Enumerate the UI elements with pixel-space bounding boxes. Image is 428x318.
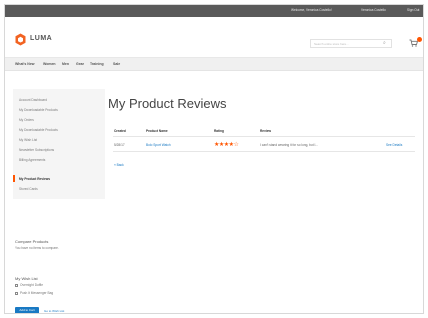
sidebar-item-newsletter[interactable]: Newsletter Subscriptions	[19, 148, 54, 152]
compare-empty-text: You have no items to compare.	[15, 246, 59, 250]
account-sidebar: Account Dashboard My Downloadable Produc…	[13, 89, 105, 199]
nav-item-training[interactable]: Training	[90, 62, 104, 66]
sidebar-item-dashboard[interactable]: Account Dashboard	[19, 98, 47, 102]
welcome-text: Welcome, Veronica Costello!	[291, 8, 332, 12]
see-details-link[interactable]: See Details	[386, 143, 402, 147]
compare-title: Compare Products	[15, 239, 49, 244]
table-row-divider	[113, 151, 415, 152]
nav-item-women[interactable]: Women	[43, 62, 56, 66]
sidebar-item-orders[interactable]: My Wish List	[19, 138, 37, 142]
wishlist-item[interactable]: Overnight Duffle	[15, 283, 43, 287]
column-header-product-name: Product Name	[146, 129, 168, 133]
nav-item-men[interactable]: Men	[62, 62, 69, 66]
wishlist-checkbox[interactable]	[15, 283, 18, 287]
search-input[interactable]: Search entire store here...	[310, 39, 392, 48]
column-header-rating: Rating	[214, 129, 224, 133]
table-header-divider	[113, 136, 415, 137]
sidebar-item-product-reviews[interactable]: My Product Reviews	[19, 177, 50, 181]
nav-item-gear[interactable]: Gear	[76, 62, 84, 66]
wishlist-title: My Wish List	[15, 276, 38, 281]
wishlist-item-name[interactable]: Overnight Duffle	[20, 283, 43, 287]
luma-logo-icon[interactable]	[15, 33, 26, 46]
page-title: My Product Reviews	[108, 96, 227, 111]
review-text: I can't stand wearing it for so long, bu…	[260, 143, 319, 147]
rating-stars: ★★★★☆	[214, 142, 239, 148]
active-item-marker	[13, 175, 15, 182]
site-header: LUMA Search entire store here... ⌕	[5, 17, 423, 57]
add-to-cart-button[interactable]: Add to Cart	[15, 307, 39, 313]
sign-out-link[interactable]: Sign Out	[407, 8, 419, 12]
sidebar-item-downloadable[interactable]: My Downloadable Products	[19, 128, 58, 132]
review-product-link[interactable]: Bolo Sport Watch	[146, 143, 171, 147]
sidebar-item-billing[interactable]: Billing Agreements	[19, 158, 45, 162]
wishlist-block: My Wish List Overnight Duffle Push It Me…	[15, 267, 64, 313]
review-created-date: 5/28/17	[114, 143, 125, 147]
wishlist-item[interactable]: Push It Messenger Bag	[15, 291, 53, 295]
nav-item-whats-new[interactable]: What's New	[15, 62, 35, 66]
search-icon[interactable]: ⌕	[383, 40, 386, 46]
account-link[interactable]: Veronica Costello	[361, 8, 386, 12]
go-to-wishlist-link[interactable]: Go to Wish List	[44, 309, 64, 313]
wishlist-checkbox[interactable]	[15, 291, 18, 295]
back-link[interactable]: « Back	[114, 163, 124, 167]
top-bar: Welcome, Veronica Costello! Veronica Cos…	[5, 5, 423, 17]
wishlist-item-name[interactable]: Push It Messenger Bag	[20, 291, 53, 295]
compare-block: Compare Products You have no items to co…	[15, 230, 59, 250]
nav-item-sale[interactable]: Sale	[113, 62, 120, 66]
sidebar-item-information[interactable]: My Downloadable Products	[19, 108, 58, 112]
column-header-created: Created	[114, 129, 126, 133]
logo-text[interactable]: LUMA	[30, 35, 52, 42]
sidebar-item-stored-cards[interactable]: Stored Cards	[19, 187, 38, 191]
column-header-review: Review	[260, 129, 271, 133]
main-nav: What's New Women Men Gear Training Sale	[5, 57, 423, 71]
browser-frame: Welcome, Veronica Costello! Veronica Cos…	[4, 4, 424, 314]
cart-count-badge	[417, 37, 422, 42]
sidebar-item-address-book[interactable]: My Orders	[19, 118, 34, 122]
